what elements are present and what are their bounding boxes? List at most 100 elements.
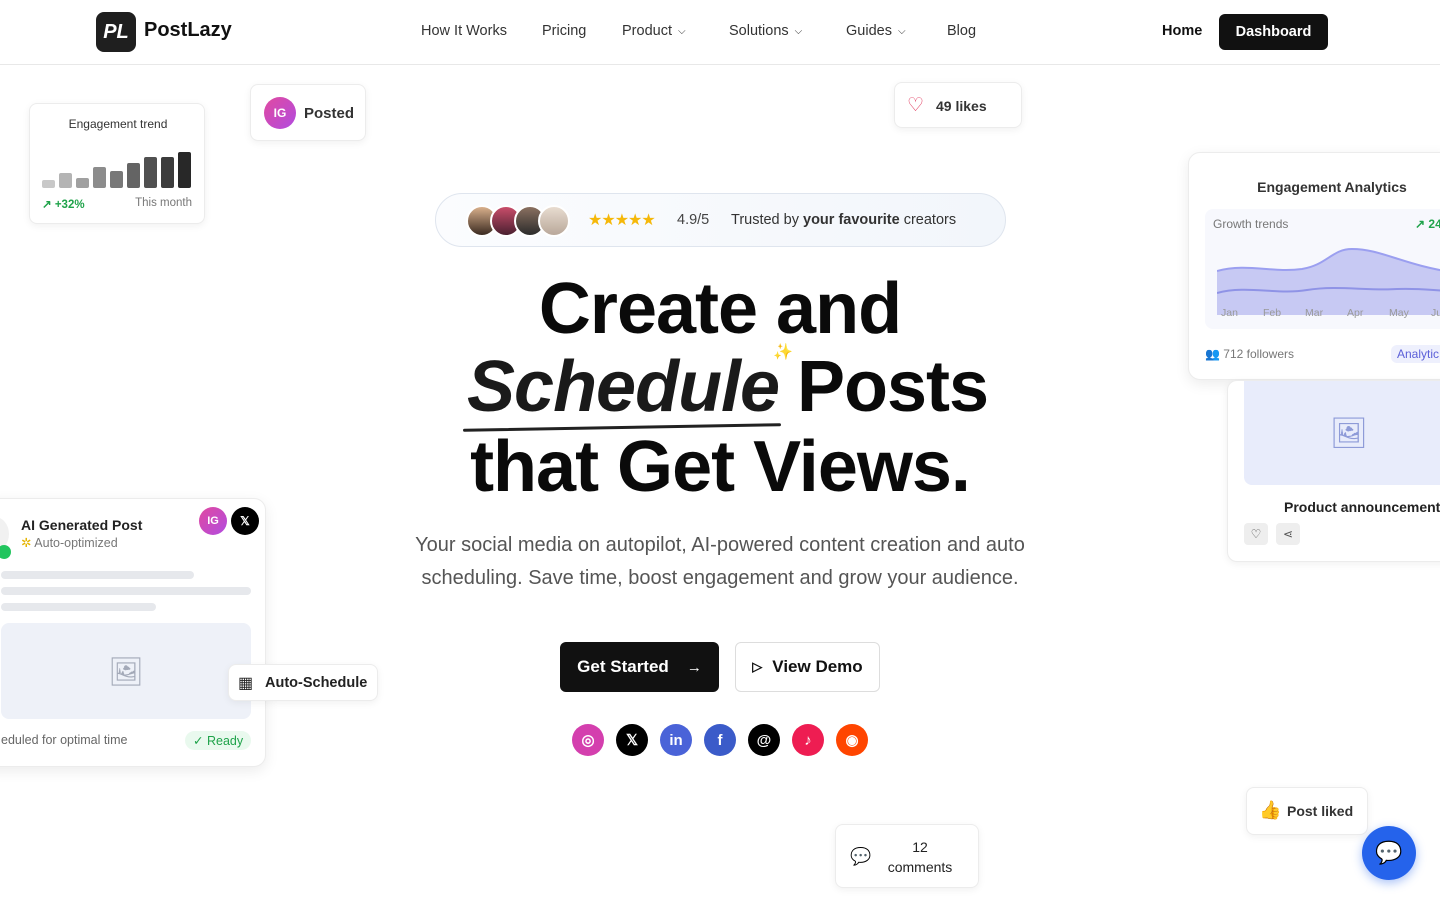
nav-product[interactable]: Product ⌵ bbox=[622, 23, 686, 39]
get-started-button[interactable]: Get Started → bbox=[560, 642, 719, 692]
reddit-icon[interactable]: ◉ bbox=[836, 724, 868, 756]
top-navbar: PL PostLazy How It Works Pricing Product… bbox=[0, 0, 1440, 65]
likes-label: 49 likes bbox=[936, 98, 987, 114]
trend-bar bbox=[93, 167, 106, 188]
instagram-icon[interactable]: ◎ bbox=[572, 724, 604, 756]
trend-change: ↗ +32% bbox=[42, 199, 85, 211]
growth-label: Growth trends bbox=[1213, 217, 1289, 231]
share-icon[interactable]: ⋖ bbox=[1276, 523, 1300, 545]
trend-bar bbox=[110, 171, 123, 188]
brand-name[interactable]: PostLazy bbox=[144, 19, 232, 42]
followers-count: 👥 712 followers bbox=[1205, 347, 1295, 361]
heart-icon: ♡ bbox=[907, 95, 925, 116]
nav-solutions[interactable]: Solutions ⌵ bbox=[729, 23, 802, 39]
heart-icon[interactable]: ♡ bbox=[1244, 523, 1268, 545]
month-label: May bbox=[1389, 307, 1409, 319]
check-icon: ✓ bbox=[193, 734, 204, 748]
status-dot bbox=[0, 545, 11, 559]
hero-line-3: that Get Views. bbox=[470, 427, 971, 507]
nav-blog[interactable]: Blog bbox=[947, 23, 976, 39]
posted-label: Posted bbox=[304, 105, 355, 122]
chat-icon: 💬 bbox=[1375, 840, 1403, 865]
creator-avatar bbox=[538, 205, 570, 237]
sparkle-icon: ✲ bbox=[21, 536, 32, 550]
post-liked-card: 👍 Post liked bbox=[1246, 787, 1368, 835]
sparkle-icon: ✨ bbox=[773, 344, 793, 361]
post-liked-label: Post liked bbox=[1287, 803, 1354, 819]
chevron-down-icon: ⌵ bbox=[897, 25, 906, 37]
text-placeholder-line bbox=[1, 571, 194, 579]
rating-stars: ★★★★★ bbox=[588, 212, 656, 229]
trend-bar bbox=[161, 156, 174, 188]
trend-up-icon: ↗ bbox=[42, 199, 52, 211]
calendar-icon: ▦ bbox=[238, 675, 254, 692]
chevron-down-icon: ⌵ bbox=[794, 25, 803, 37]
trust-text: Trusted by your favourite creators bbox=[731, 212, 957, 228]
auto-schedule-label: Auto-Schedule bbox=[265, 675, 368, 691]
trust-pill: ★★★★★ 4.9/5 Trusted by your favourite cr… bbox=[435, 193, 1006, 247]
dashboard-button[interactable]: Dashboard bbox=[1219, 14, 1328, 50]
trend-period: This month bbox=[135, 197, 192, 209]
month-label: Jan bbox=[1221, 307, 1238, 319]
trend-bar bbox=[178, 152, 191, 188]
month-label: Feb bbox=[1263, 307, 1282, 319]
text-placeholder-line bbox=[1, 587, 251, 595]
hero-posts-word: Posts bbox=[797, 347, 989, 427]
engagement-trend-title: Engagement trend bbox=[68, 117, 168, 131]
engagement-trend-bars bbox=[42, 146, 194, 188]
arrow-right-icon: → bbox=[686, 658, 702, 676]
comment-icon: 💬 bbox=[850, 847, 872, 866]
x-icon[interactable]: 𝕏 bbox=[616, 724, 648, 756]
trend-bar bbox=[144, 156, 157, 188]
nav-home[interactable]: Home bbox=[1162, 23, 1202, 39]
likes-card: ♡ 49 likes bbox=[894, 82, 1022, 128]
rating-value: 4.9/5 bbox=[677, 212, 710, 228]
thumbs-up-icon: 👍 bbox=[1259, 800, 1282, 820]
brand-logo[interactable]: PL bbox=[96, 12, 136, 52]
trend-bar bbox=[127, 162, 140, 188]
nav-guides[interactable]: Guides ⌵ bbox=[846, 23, 906, 39]
chat-widget-button[interactable]: 💬 bbox=[1362, 826, 1416, 880]
hero-schedule-word: Schedule bbox=[467, 347, 780, 427]
image-placeholder-icon: 🖼 bbox=[1, 623, 251, 719]
comments-label: 12 comments bbox=[887, 839, 953, 875]
play-icon: ▷ bbox=[752, 659, 763, 674]
comments-card: 💬 12 comments bbox=[835, 824, 979, 888]
analytics-tag: Analytic bbox=[1391, 345, 1440, 363]
facebook-icon[interactable]: f bbox=[704, 724, 736, 756]
month-label: Ju bbox=[1431, 307, 1440, 319]
arrow-up-right-icon: ↗ bbox=[1415, 217, 1426, 231]
ready-badge: ✓ Ready bbox=[185, 731, 252, 750]
ai-post-subtitle: ✲ Auto-optimized bbox=[21, 536, 118, 550]
trend-bar bbox=[42, 179, 55, 188]
month-label: Apr bbox=[1347, 307, 1364, 319]
x-badge: 𝕏 bbox=[231, 507, 259, 535]
hero-subtitle: Your social media on autopilot, AI-power… bbox=[415, 534, 1025, 589]
product-announcement-card: 🖼 Product announcement ♡ ⋖ bbox=[1227, 380, 1440, 562]
growth-panel: Growth trends ↗ 24 Jan Feb Mar Apr May Ju bbox=[1205, 209, 1440, 329]
posted-card: IG Posted bbox=[250, 84, 366, 141]
analytics-title: Engagement Analytics bbox=[1257, 179, 1407, 195]
view-demo-button[interactable]: ▷ View Demo bbox=[735, 642, 880, 692]
engagement-analytics-card: Engagement Analytics Growth trends ↗ 24 … bbox=[1188, 152, 1440, 380]
growth-value: ↗ 24 bbox=[1415, 217, 1440, 231]
text-placeholder-line bbox=[1, 603, 156, 611]
schedule-note: eduled for optimal time bbox=[1, 733, 128, 747]
nav-pricing[interactable]: Pricing bbox=[542, 23, 586, 39]
growth-area-chart bbox=[1217, 247, 1440, 315]
image-placeholder-icon: 🖼 bbox=[1244, 381, 1440, 485]
users-icon: 👥 bbox=[1205, 347, 1220, 361]
auto-schedule-tag: ▦ Auto-Schedule bbox=[228, 664, 378, 701]
nav-how-it-works[interactable]: How It Works bbox=[421, 23, 507, 39]
ai-post-card: AI Generated Post ✲ Auto-optimized IG 𝕏 … bbox=[0, 498, 266, 767]
engagement-trend-card: Engagement trend ↗ +32% This month bbox=[29, 103, 205, 224]
linkedin-icon[interactable]: in bbox=[660, 724, 692, 756]
trend-bar bbox=[59, 173, 72, 188]
trend-bar bbox=[76, 177, 89, 188]
chevron-down-icon: ⌵ bbox=[677, 25, 686, 37]
month-label: Mar bbox=[1305, 307, 1324, 319]
instagram-badge: IG bbox=[264, 97, 296, 129]
tiktok-icon[interactable]: ♪ bbox=[792, 724, 824, 756]
product-title: Product announcement bbox=[1284, 499, 1440, 515]
threads-icon[interactable]: @ bbox=[748, 724, 780, 756]
